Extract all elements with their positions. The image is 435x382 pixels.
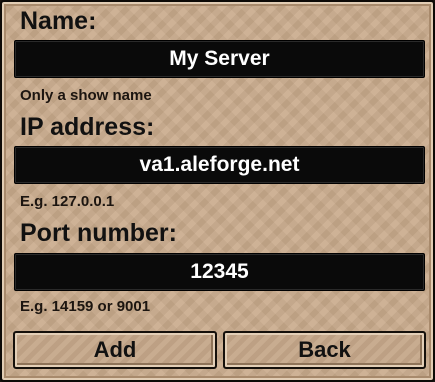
back-button[interactable]: Back bbox=[223, 331, 426, 369]
ip-address-label: IP address: bbox=[20, 113, 155, 141]
ip-address-hint: E.g. 127.0.0.1 bbox=[20, 193, 115, 210]
add-server-dialog: Name: My Server Only a show name IP addr… bbox=[0, 0, 435, 382]
ip-address-field-value: va1.aleforge.net bbox=[139, 153, 300, 176]
back-button-label: Back bbox=[298, 337, 351, 362]
port-number-hint: E.g. 14159 or 9001 bbox=[20, 298, 151, 315]
port-number-field-value: 12345 bbox=[190, 260, 249, 283]
name-label: Name: bbox=[20, 7, 97, 35]
name-hint: Only a show name bbox=[20, 87, 152, 104]
name-field[interactable]: My Server bbox=[14, 40, 425, 78]
port-number-label: Port number: bbox=[20, 219, 177, 247]
port-number-field[interactable]: 12345 bbox=[14, 253, 425, 291]
add-button[interactable]: Add bbox=[13, 331, 217, 369]
name-field-value: My Server bbox=[169, 47, 270, 70]
add-button-label: Add bbox=[93, 337, 137, 362]
ip-address-field[interactable]: va1.aleforge.net bbox=[14, 146, 425, 184]
